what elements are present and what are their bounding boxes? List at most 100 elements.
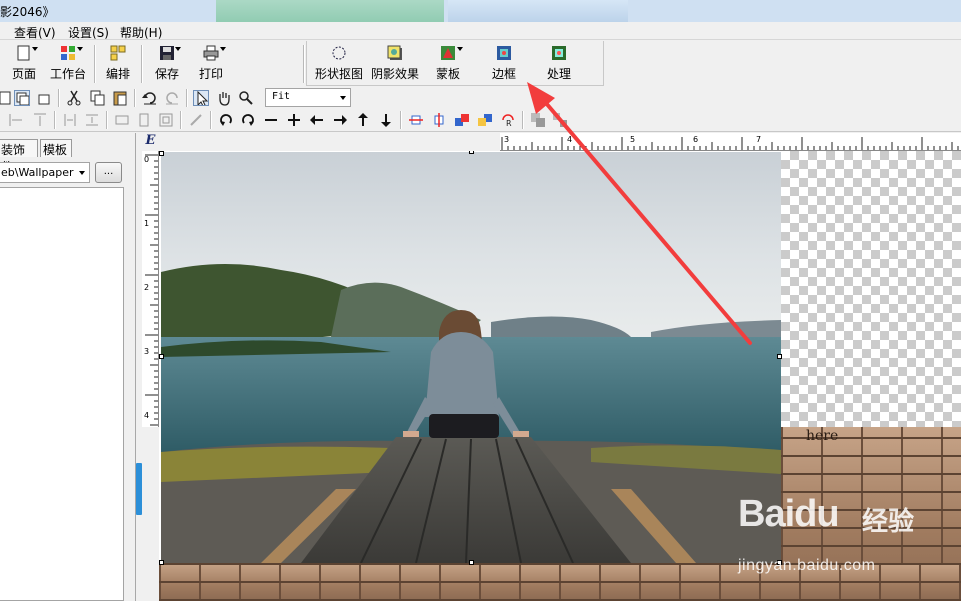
- bring-forward-icon[interactable]: [454, 112, 470, 128]
- same-height-icon[interactable]: [136, 112, 152, 128]
- design-canvas[interactable]: here: [159, 151, 961, 601]
- border-frame-icon: [496, 45, 512, 61]
- brick-text: here: [806, 428, 839, 444]
- arrow-down-icon[interactable]: [378, 112, 394, 128]
- distribute-vertical-icon[interactable]: [84, 112, 100, 128]
- layout-icon: [110, 45, 126, 61]
- ruler-label: 4: [567, 135, 572, 144]
- rotate-right-icon[interactable]: [240, 112, 256, 128]
- tab-templates[interactable]: 模板: [40, 139, 72, 157]
- ruler-label: 0: [144, 155, 149, 164]
- shape-crop-label: 形状抠图: [314, 67, 363, 81]
- copy-page-icon[interactable]: [0, 90, 14, 106]
- toolbar-separator: [522, 111, 524, 129]
- panel-splitter[interactable]: [136, 463, 142, 515]
- save-button-label: 保存: [154, 67, 179, 81]
- file-list[interactable]: [0, 187, 124, 601]
- save-button[interactable]: 保存: [152, 45, 182, 85]
- shape-crop-button[interactable]: 形状抠图: [313, 45, 365, 85]
- plus-icon[interactable]: [286, 112, 302, 128]
- redo-icon[interactable]: [164, 90, 180, 106]
- border-button[interactable]: 边框: [488, 45, 520, 85]
- shadow-effect-button[interactable]: 阴影效果: [369, 45, 421, 85]
- stretch-horizontal-icon[interactable]: [408, 112, 424, 128]
- minus-icon[interactable]: [263, 112, 279, 128]
- align-left-icon[interactable]: [8, 112, 24, 128]
- send-backward-icon[interactable]: [477, 112, 493, 128]
- workbench-button[interactable]: 工作台: [48, 45, 88, 85]
- window-title: 影2046》: [0, 5, 55, 19]
- chevron-down-icon[interactable]: [220, 47, 226, 51]
- chevron-down-icon[interactable]: [457, 47, 463, 51]
- lake-photo[interactable]: [161, 152, 781, 563]
- ruler-label: 1: [144, 219, 149, 228]
- floppy-icon: [159, 45, 175, 61]
- mask-button[interactable]: 蒙板: [432, 45, 464, 85]
- chevron-down-icon[interactable]: [32, 47, 38, 51]
- reset-rotation-icon[interactable]: R: [500, 112, 516, 128]
- same-width-icon[interactable]: [114, 112, 130, 128]
- toolbar-separator: [58, 89, 60, 107]
- ruler-corner: E: [142, 133, 159, 151]
- resize-handle[interactable]: [469, 151, 474, 154]
- chevron-down-icon[interactable]: [175, 47, 181, 51]
- print-button[interactable]: 打印: [196, 45, 226, 85]
- ruler-label: 4: [144, 411, 149, 420]
- tab-decorations[interactable]: 装饰件: [0, 139, 38, 174]
- zoom-value: Fit: [272, 91, 291, 102]
- ruler-label: 7: [756, 135, 761, 144]
- layout-button[interactable]: 编排: [103, 45, 133, 85]
- toolbar-separator: [54, 111, 56, 129]
- same-size-icon[interactable]: [158, 112, 174, 128]
- page-frame-icon[interactable]: [36, 90, 52, 106]
- flip-icon[interactable]: [188, 112, 204, 128]
- brick-wallpaper: [159, 563, 961, 601]
- resize-handle[interactable]: [159, 354, 164, 359]
- arrow-left-icon[interactable]: [309, 112, 325, 128]
- distribute-horizontal-icon[interactable]: [62, 112, 78, 128]
- resize-handle[interactable]: [159, 151, 164, 156]
- resize-handle[interactable]: [777, 560, 782, 565]
- resize-handle[interactable]: [159, 560, 164, 565]
- process-icon: [551, 45, 567, 61]
- ungroup-icon[interactable]: [552, 112, 568, 128]
- chevron-down-icon[interactable]: [77, 47, 83, 51]
- undo-icon[interactable]: [142, 90, 158, 106]
- rotate-left-icon[interactable]: [218, 112, 234, 128]
- toolbar-separator: [400, 111, 402, 129]
- horizontal-ruler: 3 4 5 6 7: [500, 133, 961, 151]
- menu-help[interactable]: 帮助(H): [120, 24, 162, 41]
- zoom-icon[interactable]: [238, 90, 254, 106]
- page-button[interactable]: 页面: [8, 45, 40, 85]
- arrow-up-icon[interactable]: [355, 112, 371, 128]
- menu-view[interactable]: 查看(V): [14, 24, 56, 41]
- paste-icon[interactable]: [112, 90, 128, 106]
- print-button-label: 打印: [198, 67, 223, 81]
- toolbar-separator: [134, 89, 136, 107]
- svg-text:R: R: [506, 119, 512, 128]
- folder-path-value: eb\Wallpaper: [1, 166, 74, 179]
- cut-icon[interactable]: [66, 90, 82, 106]
- resize-handle[interactable]: [777, 354, 782, 359]
- toolbar-separator: [186, 89, 188, 107]
- align-top-icon[interactable]: [32, 112, 48, 128]
- toolbar-separator: [303, 45, 305, 83]
- ruler-label: 6: [693, 135, 698, 144]
- arrow-right-icon[interactable]: [332, 112, 348, 128]
- resize-handle[interactable]: [469, 560, 474, 565]
- pointer-icon[interactable]: [193, 90, 209, 106]
- zoom-select[interactable]: Fit: [265, 88, 351, 107]
- page-icon: [16, 45, 32, 61]
- toolbar-separator: [141, 45, 143, 83]
- main-toolbar: 页面 工作台 编排 保存 打印 形状抠图 阴影效果 蒙板 边框 处理: [0, 41, 961, 87]
- group-icon[interactable]: [530, 112, 546, 128]
- ruler-label: 5: [630, 135, 635, 144]
- overlay-icon[interactable]: [14, 90, 30, 106]
- stretch-vertical-icon[interactable]: [431, 112, 447, 128]
- copy-icon[interactable]: [90, 90, 106, 106]
- menu-settings[interactable]: 设置(S): [68, 24, 109, 41]
- hand-pan-icon[interactable]: [216, 90, 232, 106]
- folder-path-select[interactable]: eb\Wallpaper: [0, 162, 90, 183]
- process-button[interactable]: 处理: [543, 45, 575, 85]
- browse-button[interactable]: ...: [95, 162, 122, 183]
